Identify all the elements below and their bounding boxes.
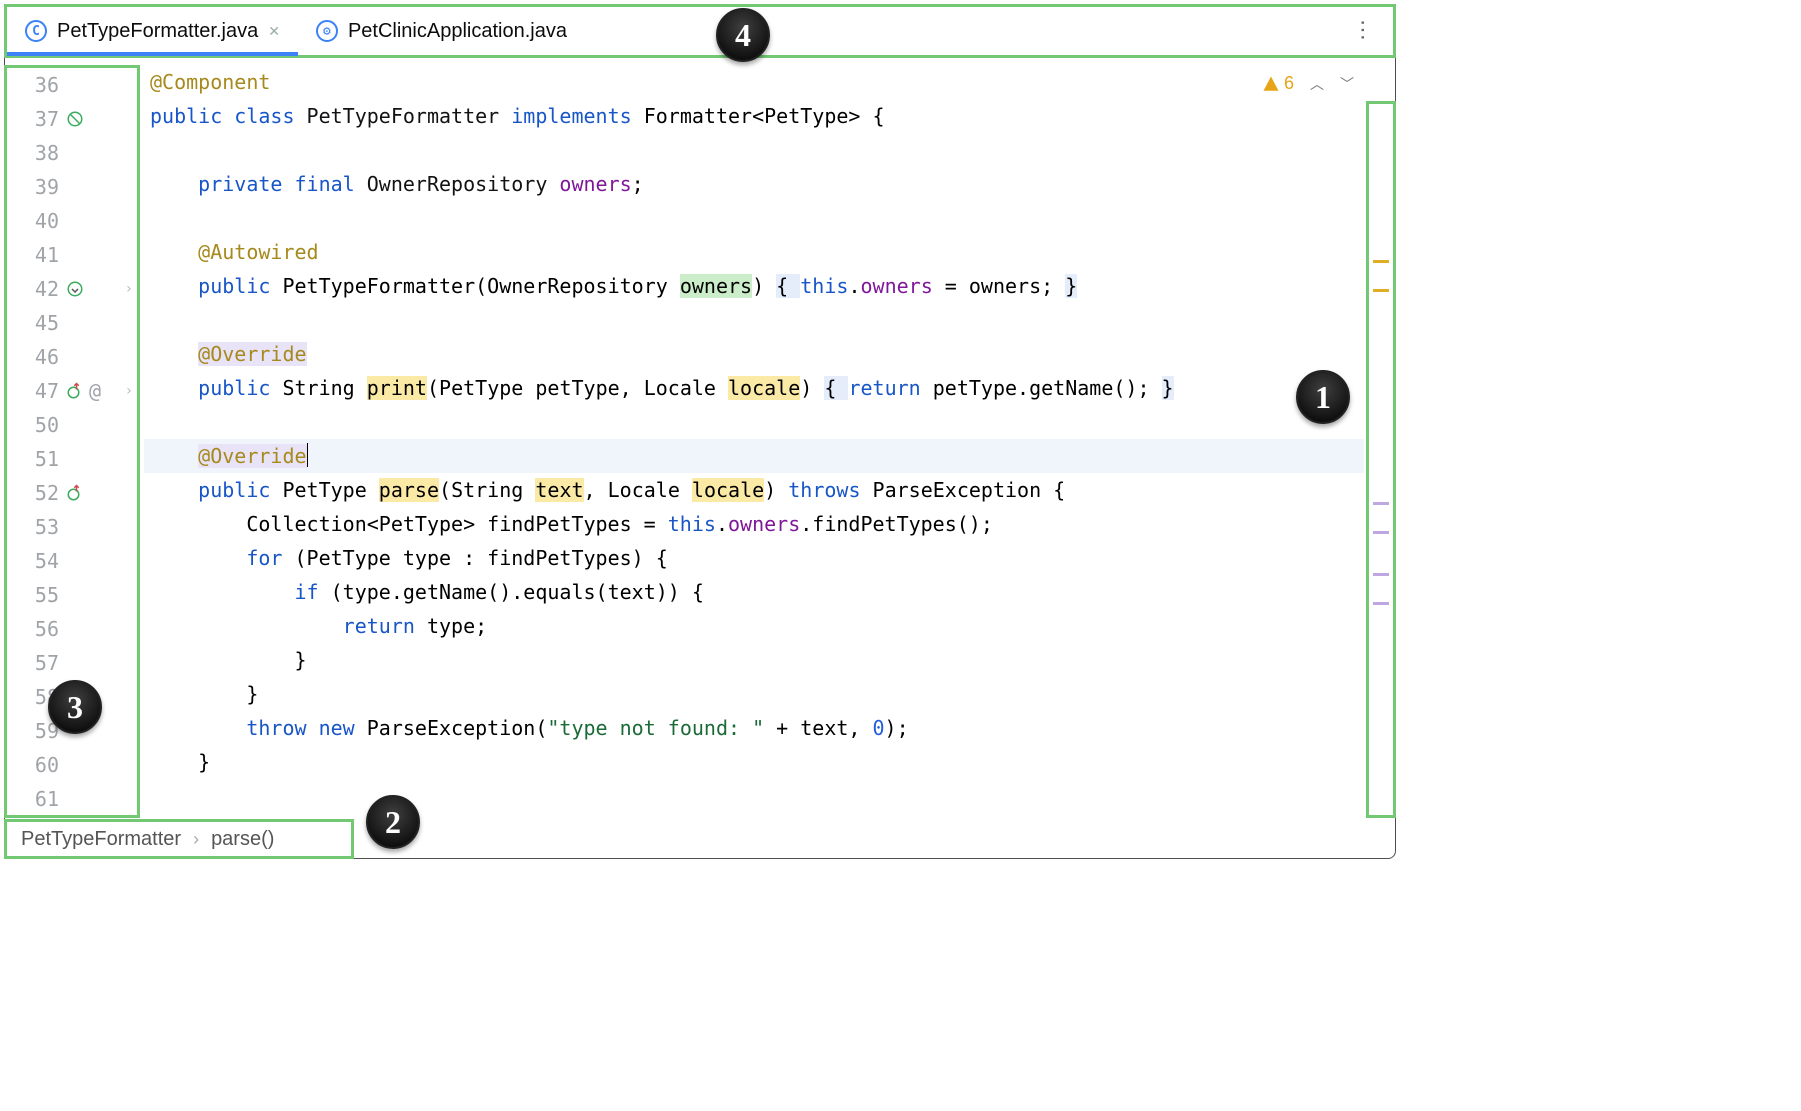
gutter-line[interactable]: 45	[7, 306, 137, 340]
tab-petclinicapplication[interactable]: ⚙ PetClinicApplication.java	[298, 7, 585, 55]
breadcrumb-class[interactable]: PetTypeFormatter	[21, 828, 181, 851]
gutter-line[interactable]: 54	[7, 544, 137, 578]
editor-content[interactable]: @Component public class PetTypeFormatter…	[144, 65, 1364, 818]
line-number: 36	[25, 73, 59, 97]
gutter-line[interactable]: 39	[7, 170, 137, 204]
line-number: 40	[25, 209, 59, 233]
callout-1: 1	[1296, 370, 1350, 424]
line-number: 37	[25, 107, 59, 131]
chevron-right-icon: ›	[193, 829, 199, 850]
gutter-line[interactable]: 53	[7, 510, 137, 544]
tab-label: PetTypeFormatter.java	[57, 20, 258, 43]
error-stripe-mark[interactable]	[1373, 260, 1389, 263]
callout-4: 4	[716, 8, 770, 62]
implements-icon[interactable]	[65, 381, 85, 401]
line-number: 53	[25, 515, 59, 539]
line-number: 61	[25, 787, 59, 811]
callout-2: 2	[366, 795, 420, 849]
gutter-line[interactable]: 51	[7, 442, 137, 476]
error-stripe-scrollbar[interactable]	[1366, 101, 1396, 818]
tab-overflow-menu[interactable]: ⋯	[1350, 1, 1376, 61]
line-number: 42	[25, 277, 59, 301]
implements-icon[interactable]	[65, 483, 85, 503]
line-number: 52	[25, 481, 59, 505]
gutter-line[interactable]: 60	[7, 748, 137, 782]
error-stripe-mark[interactable]	[1373, 502, 1389, 505]
line-number: 55	[25, 583, 59, 607]
gutter-line[interactable]: 40	[7, 204, 137, 238]
error-stripe-mark[interactable]	[1373, 531, 1389, 534]
callout-3: 3	[48, 680, 102, 734]
gutter-line[interactable]: 52	[7, 476, 137, 510]
line-number: 54	[25, 549, 59, 573]
breadcrumb-method[interactable]: parse()	[211, 828, 274, 851]
text-cursor	[307, 443, 309, 467]
gutter-line[interactable]: 55	[7, 578, 137, 612]
line-number: 47	[25, 379, 59, 403]
line-number: 46	[25, 345, 59, 369]
gutter-line[interactable]: 41	[7, 238, 137, 272]
line-number: 41	[25, 243, 59, 267]
breadcrumb: PetTypeFormatter › parse()	[4, 819, 354, 859]
gutter-line[interactable]: 42 ›	[7, 272, 137, 306]
override-disabled-icon[interactable]	[65, 109, 85, 129]
navigate-icon[interactable]	[65, 279, 85, 299]
gutter-line[interactable]: 36	[7, 68, 137, 102]
spring-gear-icon: ⚙	[316, 20, 338, 42]
tab-label: PetClinicApplication.java	[348, 20, 567, 43]
gutter-line[interactable]: 47 @ ›	[7, 374, 137, 408]
gutter-line[interactable]: 61	[7, 782, 137, 816]
error-stripe-mark[interactable]	[1373, 602, 1389, 605]
close-icon[interactable]: ✕	[268, 23, 280, 40]
line-number: 57	[25, 651, 59, 675]
fold-toggle-icon[interactable]: ›	[125, 281, 133, 297]
gutter-line[interactable]: 46	[7, 340, 137, 374]
line-number: 50	[25, 413, 59, 437]
fold-toggle-icon[interactable]: ›	[125, 383, 133, 399]
editor-tabs: C PetTypeFormatter.java ✕ ⚙ PetClinicApp…	[4, 4, 1396, 58]
gutter-line[interactable]: 37	[7, 102, 137, 136]
gutter-line[interactable]: 38	[7, 136, 137, 170]
line-number: 39	[25, 175, 59, 199]
class-icon: C	[25, 20, 47, 42]
gutter-line[interactable]: 50	[7, 408, 137, 442]
line-number: 38	[25, 141, 59, 165]
gutter-line[interactable]: 57	[7, 646, 137, 680]
error-stripe-mark[interactable]	[1373, 289, 1389, 292]
error-stripe-mark[interactable]	[1373, 573, 1389, 576]
gutter-line[interactable]: 56	[7, 612, 137, 646]
tab-pettypeformatter[interactable]: C PetTypeFormatter.java ✕	[7, 7, 298, 55]
line-number: 45	[25, 311, 59, 335]
line-number: 51	[25, 447, 59, 471]
line-number: 56	[25, 617, 59, 641]
at-sign-icon: @	[89, 379, 101, 403]
line-number: 60	[25, 753, 59, 777]
